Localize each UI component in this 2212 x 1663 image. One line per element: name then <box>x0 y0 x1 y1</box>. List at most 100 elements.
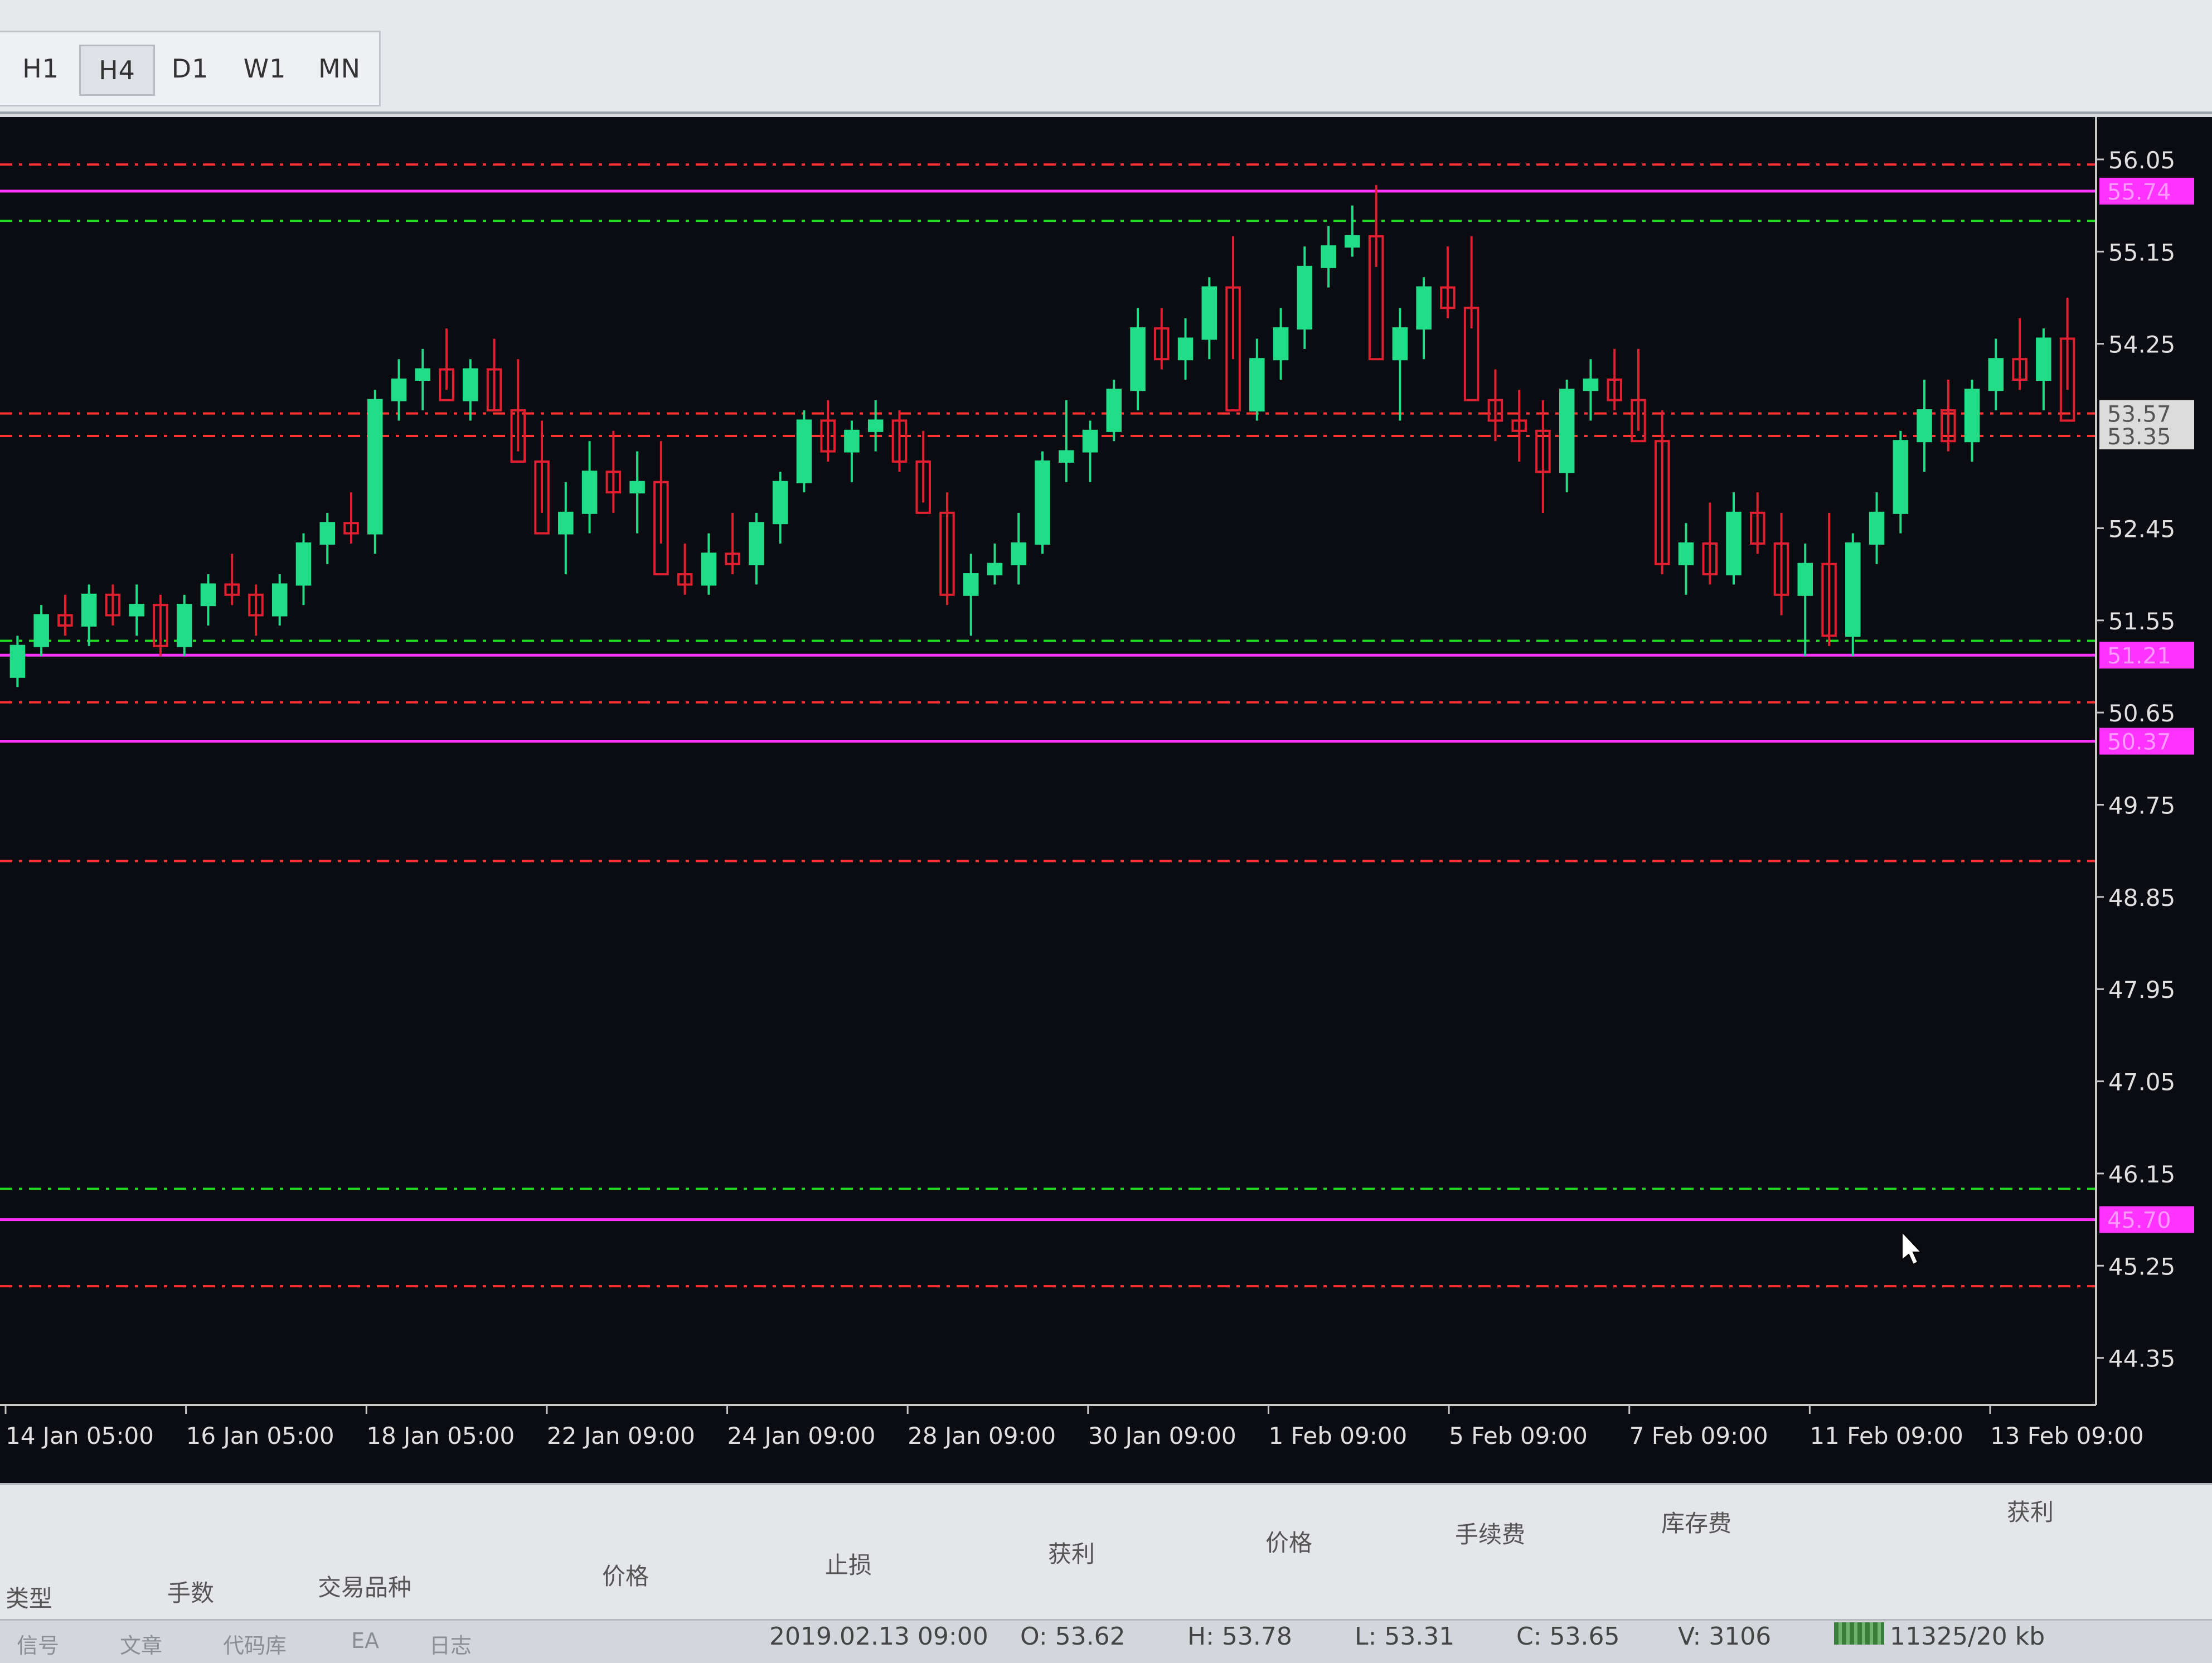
candle-body <box>1845 542 1861 637</box>
status-open: O: 53.62 <box>1020 1622 1126 1651</box>
candle-body <box>1964 389 1980 443</box>
candle-body <box>295 542 312 586</box>
candle <box>1106 379 1122 442</box>
price-chart[interactable]: 56.05 55.15 54.25 52.45 51.55 50.65 49.75 48.85… <box>0 117 2212 1483</box>
candle-body <box>1011 542 1027 565</box>
status-volume: V: 3106 <box>1678 1622 1772 1651</box>
candle-body <box>1201 286 1217 340</box>
trade-table-header: 类型 手数 交易品种 价格 止损 获利 价格 手续费 库存费 获利 <box>0 1485 2118 1612</box>
time-tick-label: 16 Jan 05:00 <box>186 1422 334 1449</box>
price-marker-label: 45.70 <box>2107 1208 2171 1234</box>
price-tick-label: 47.95 <box>2108 976 2175 1003</box>
price-tick-label: 46.15 <box>2108 1161 2175 1188</box>
column-swap[interactable]: 库存费 <box>1661 1505 1731 1539</box>
timeframe-button-mn[interactable]: MN <box>303 45 376 93</box>
candle <box>1035 451 1050 554</box>
candle-body <box>1106 389 1122 432</box>
time-tick-label: 28 Jan 09:00 <box>908 1422 1056 1449</box>
candle-body <box>1177 337 1194 361</box>
tab-journal[interactable]: 日志 <box>429 1628 472 1659</box>
time-tick-label: 5 Feb 09:00 <box>1449 1422 1588 1449</box>
column-symbol[interactable]: 交易品种 <box>318 1569 411 1603</box>
candle-body <box>367 399 383 535</box>
candle-body <box>1893 440 1909 514</box>
candle-body <box>1059 450 1074 463</box>
candle-body <box>867 419 884 432</box>
candle-body <box>701 552 717 586</box>
price-tick-label: 50.65 <box>2108 700 2175 727</box>
candle-body <box>463 368 478 401</box>
candle-body <box>1035 460 1050 545</box>
time-tick-label: 13 Feb 09:00 <box>1990 1422 2144 1449</box>
candle-body <box>1392 327 1408 361</box>
time-tick-label: 1 Feb 09:00 <box>1268 1422 1407 1449</box>
price-tick-label: 48.85 <box>2108 884 2175 912</box>
price-tick-label: 52.45 <box>2108 515 2175 542</box>
price-tick-label: 44.35 <box>2108 1345 2175 1373</box>
status-datetime: 2019.02.13 09:00 <box>769 1622 988 1651</box>
price-tick-label: 47.05 <box>2108 1069 2175 1096</box>
column-type[interactable]: 类型 <box>6 1580 52 1614</box>
price-marker-label: 53.35 <box>2107 424 2171 450</box>
candle-body <box>1559 389 1575 473</box>
timeframe-toolbar: H1 H4 D1 W1 MN <box>0 0 2212 114</box>
price-tick-label: 54.25 <box>2108 331 2175 358</box>
candle-body <box>1345 235 1360 248</box>
tab-signals[interactable]: 信号 <box>17 1628 59 1659</box>
column-current-price[interactable]: 价格 <box>1265 1524 1312 1558</box>
column-price[interactable]: 价格 <box>602 1558 649 1592</box>
candle-body <box>9 644 26 678</box>
time-tick-label: 11 Feb 09:00 <box>1810 1422 1963 1449</box>
timeframe-button-group: H1 H4 D1 W1 MN <box>0 31 381 106</box>
status-close: C: 53.65 <box>1516 1622 1620 1651</box>
candle-body <box>1249 358 1265 412</box>
candle <box>367 390 383 554</box>
time-tick-label: 22 Jan 09:00 <box>547 1422 695 1449</box>
column-take-profit[interactable]: 获利 <box>1048 1535 1095 1569</box>
candle-body <box>749 522 764 565</box>
candle-body <box>33 614 49 647</box>
candle-body <box>1583 378 1599 391</box>
candle-body <box>415 368 431 381</box>
candle-body <box>987 563 1003 576</box>
candle-body <box>1130 327 1146 391</box>
chart-svg[interactable]: 56.05 55.15 54.25 52.45 51.55 50.65 49.75 48.85… <box>0 117 2212 1483</box>
price-tick-label: 45.25 <box>2108 1253 2175 1280</box>
candle-body <box>772 481 788 525</box>
column-volume[interactable]: 手数 <box>167 1574 214 1608</box>
column-commission[interactable]: 手续费 <box>1455 1516 1525 1550</box>
candle-body <box>2036 337 2051 381</box>
candle-body <box>796 419 812 483</box>
time-tick-label: 18 Jan 05:00 <box>366 1422 515 1449</box>
time-tick-label: 7 Feb 09:00 <box>1629 1422 1768 1449</box>
status-bar: 2019.02.13 09:00 O: 53.62 H: 53.78 L: 53… <box>725 1617 2212 1659</box>
candle-body <box>558 511 574 535</box>
timeframe-button-w1[interactable]: W1 <box>229 45 301 93</box>
candle <box>796 410 812 493</box>
time-tick-label: 24 Jan 09:00 <box>727 1422 876 1449</box>
candle-body <box>581 471 598 514</box>
timeframe-button-d1[interactable]: D1 <box>154 45 226 93</box>
candle-body <box>1297 265 1313 330</box>
column-profit[interactable]: 获利 <box>2007 1494 2054 1528</box>
price-tick-label: 49.75 <box>2108 792 2175 819</box>
timeframe-button-h4[interactable]: H4 <box>79 45 155 96</box>
candle-body <box>200 583 216 607</box>
chart-background <box>0 117 2212 1483</box>
candle-body <box>1869 511 1885 545</box>
tab-code-base[interactable]: 代码库 <box>223 1628 287 1659</box>
candle-body <box>81 593 97 627</box>
tab-articles[interactable]: 文章 <box>120 1628 162 1659</box>
candle-body <box>391 378 407 401</box>
candle-body <box>1917 409 1932 443</box>
status-traffic: 11325/20 kb <box>1890 1622 2045 1651</box>
time-tick-label: 30 Jan 09:00 <box>1088 1422 1236 1449</box>
timeframe-button-h1[interactable]: H1 <box>4 45 77 93</box>
price-tick-label: 51.55 <box>2108 608 2175 635</box>
price-marker-label: 55.74 <box>2107 180 2171 205</box>
tab-experts[interactable]: EA <box>351 1628 379 1653</box>
column-stop-loss[interactable]: 止损 <box>825 1546 872 1580</box>
candle-body <box>1416 286 1432 330</box>
candle-body <box>963 573 979 596</box>
price-tick-label: 55.15 <box>2108 239 2175 266</box>
